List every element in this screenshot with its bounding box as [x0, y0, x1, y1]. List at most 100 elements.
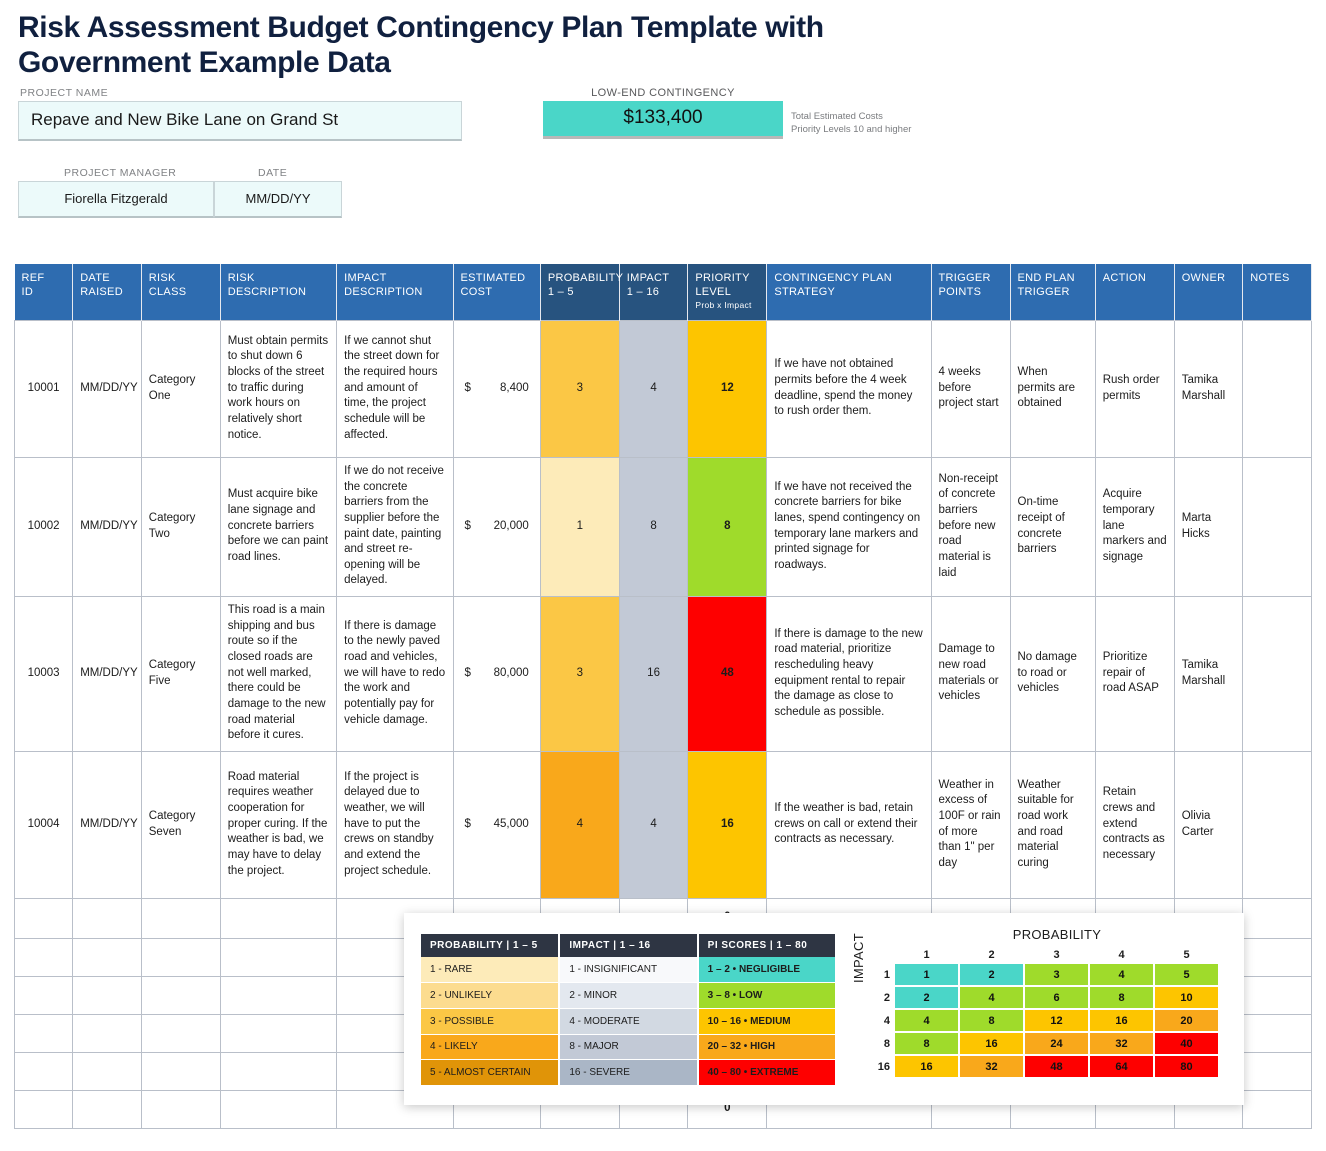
- cell-owner[interactable]: Marta Hicks: [1173, 456, 1244, 597]
- cell-empty[interactable]: [13, 1013, 74, 1053]
- cell-trigger-points[interactable]: Weather in excess of 100F or rain of mor…: [930, 750, 1011, 899]
- cell-risk-class[interactable]: Category One: [140, 319, 221, 458]
- cell-action[interactable]: Prioritize repair of road ASAP: [1094, 595, 1175, 752]
- cell-date-raised[interactable]: MM/DD/YY: [72, 319, 142, 458]
- cell-empty[interactable]: [72, 975, 142, 1015]
- cell-estimated-cost[interactable]: $20,000: [452, 456, 541, 597]
- cell-risk-description[interactable]: This road is a main shipping and bus rou…: [219, 595, 338, 752]
- cell-empty[interactable]: [72, 937, 142, 977]
- cell-owner[interactable]: Tamika Marshall: [1173, 595, 1244, 752]
- cell-risk-description[interactable]: Must obtain permits to shut down 6 block…: [219, 319, 338, 458]
- cell-empty[interactable]: [140, 1051, 221, 1091]
- cell-end-plan-trigger[interactable]: On-time receipt of concrete barriers: [1009, 456, 1096, 597]
- cell-empty[interactable]: [140, 1089, 221, 1129]
- column-header-impact[interactable]: IMPACT 1 – 16: [619, 264, 689, 320]
- cell-contingency-plan[interactable]: If we have not received the concrete bar…: [766, 456, 932, 597]
- cell-action[interactable]: Retain crews and extend contracts as nec…: [1094, 750, 1175, 899]
- cell-empty[interactable]: [219, 975, 338, 1015]
- cell-empty[interactable]: [13, 975, 74, 1015]
- column-header-action[interactable]: ACTION: [1095, 264, 1175, 320]
- cell-notes[interactable]: [1242, 595, 1312, 752]
- cell-risk-class[interactable]: Category Five: [140, 595, 221, 752]
- cell-trigger-points[interactable]: Damage to new road materials or vehicles: [930, 595, 1011, 752]
- cell-owner[interactable]: Tamika Marshall: [1173, 319, 1244, 458]
- cell-empty[interactable]: [140, 1013, 221, 1053]
- cell-empty[interactable]: [219, 1013, 338, 1053]
- cell-probability[interactable]: 4: [539, 750, 620, 899]
- cell-contingency-plan[interactable]: If the weather is bad, retain crews on c…: [766, 750, 932, 899]
- cell-owner[interactable]: Olivia Carter: [1173, 750, 1244, 899]
- cell-notes[interactable]: [1242, 750, 1312, 899]
- cell-estimated-cost[interactable]: $8,400: [452, 319, 541, 458]
- column-header-impact[interactable]: IMPACT DESCRIPTION: [336, 264, 454, 320]
- cell-empty[interactable]: [13, 897, 74, 939]
- cell-empty[interactable]: [1242, 1051, 1312, 1091]
- cell-empty[interactable]: [72, 897, 142, 939]
- cell-empty[interactable]: [13, 937, 74, 977]
- project-manager-input[interactable]: Fiorella Fitzgerald: [18, 180, 214, 218]
- cell-empty[interactable]: [219, 937, 338, 977]
- cell-empty[interactable]: [72, 1051, 142, 1091]
- cell-priority-level[interactable]: 8: [687, 456, 768, 597]
- cell-empty[interactable]: [13, 1051, 74, 1091]
- cell-probability[interactable]: 3: [539, 319, 620, 458]
- cell-empty[interactable]: [140, 975, 221, 1015]
- table-row[interactable]: 10001 MM/DD/YY Category One Must obtain per…: [13, 319, 1312, 458]
- cell-date-raised[interactable]: MM/DD/YY: [72, 456, 142, 597]
- cell-trigger-points[interactable]: Non-receipt of concrete barriers before …: [930, 456, 1011, 597]
- cell-ref-id[interactable]: 10003: [13, 595, 74, 752]
- cell-impact[interactable]: 4: [618, 750, 689, 899]
- column-header-probability[interactable]: PROBABILITY 1 – 5: [540, 264, 623, 320]
- cell-impact[interactable]: 16: [618, 595, 689, 752]
- cell-empty[interactable]: [1242, 975, 1312, 1015]
- cell-action[interactable]: Acquire temporary lane markers and signa…: [1094, 456, 1175, 597]
- column-header-priority[interactable]: PRIORITY LEVEL Prob x Impact: [687, 264, 768, 320]
- cell-empty[interactable]: [219, 897, 338, 939]
- column-header-estimated[interactable]: ESTIMATED COST: [453, 264, 541, 320]
- cell-impact[interactable]: 4: [618, 319, 689, 458]
- cell-empty[interactable]: [140, 897, 221, 939]
- column-header-date[interactable]: DATE RAISED: [72, 264, 142, 320]
- column-header-notes[interactable]: NOTES: [1242, 264, 1312, 320]
- cell-notes[interactable]: [1242, 456, 1312, 597]
- cell-impact[interactable]: 8: [618, 456, 689, 597]
- column-header-ref[interactable]: REF ID: [14, 264, 74, 320]
- cell-estimated-cost[interactable]: $45,000: [452, 750, 541, 899]
- cell-probability[interactable]: 3: [539, 595, 620, 752]
- column-header-risk[interactable]: RISK DESCRIPTION: [220, 264, 338, 320]
- cell-empty[interactable]: [1242, 1089, 1312, 1129]
- cell-empty[interactable]: [72, 1013, 142, 1053]
- column-header-contingency-plan[interactable]: CONTINGENCY PLAN STRATEGY: [766, 264, 932, 320]
- cell-estimated-cost[interactable]: $80,000: [452, 595, 541, 752]
- column-header-risk[interactable]: RISK CLASS: [141, 264, 221, 320]
- cell-ref-id[interactable]: 10002: [13, 456, 74, 597]
- cell-empty[interactable]: [13, 1089, 74, 1129]
- cell-end-plan-trigger[interactable]: No damage to road or vehicles: [1009, 595, 1096, 752]
- cell-priority-level[interactable]: 48: [687, 595, 768, 752]
- cell-action[interactable]: Rush order permits: [1094, 319, 1175, 458]
- cell-risk-class[interactable]: Category Two: [140, 456, 221, 597]
- cell-empty[interactable]: [219, 1051, 338, 1091]
- cell-risk-class[interactable]: Category Seven: [140, 750, 221, 899]
- cell-empty[interactable]: [140, 937, 221, 977]
- cell-risk-description[interactable]: Road material requires weather cooperati…: [219, 750, 338, 899]
- cell-notes[interactable]: [1242, 319, 1312, 458]
- cell-impact-description[interactable]: If we cannot shut the street down for th…: [336, 319, 454, 458]
- cell-impact-description[interactable]: If we do not receive the concrete barrie…: [336, 456, 454, 597]
- cell-date-raised[interactable]: MM/DD/YY: [72, 750, 142, 899]
- cell-empty[interactable]: [1242, 897, 1312, 939]
- table-row[interactable]: 10002 MM/DD/YY Category Two Must acquire bi…: [13, 456, 1312, 597]
- date-input[interactable]: MM/DD/YY: [214, 180, 342, 218]
- table-row[interactable]: 10004 MM/DD/YY Category Seven Road material…: [13, 750, 1312, 899]
- column-header-trigger[interactable]: TRIGGER POINTS: [931, 264, 1011, 320]
- cell-date-raised[interactable]: MM/DD/YY: [72, 595, 142, 752]
- column-header-end-plan[interactable]: END PLAN TRIGGER: [1010, 264, 1096, 320]
- cell-end-plan-trigger[interactable]: When permits are obtained: [1009, 319, 1096, 458]
- column-header-owner[interactable]: OWNER: [1174, 264, 1244, 320]
- cell-empty[interactable]: [1242, 937, 1312, 977]
- cell-end-plan-trigger[interactable]: Weather suitable for road work and road …: [1009, 750, 1096, 899]
- cell-empty[interactable]: [219, 1089, 338, 1129]
- cell-contingency-plan[interactable]: If we have not obtained permits before t…: [766, 319, 932, 458]
- cell-ref-id[interactable]: 10001: [13, 319, 74, 458]
- cell-empty[interactable]: [1242, 1013, 1312, 1053]
